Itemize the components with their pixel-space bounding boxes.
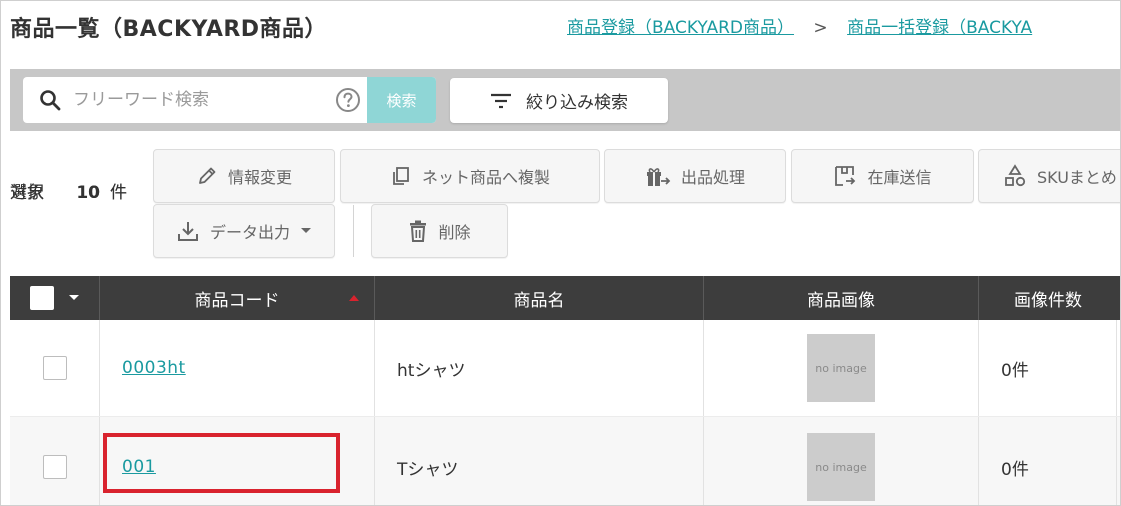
column-header-name: 商品名 (375, 276, 704, 320)
listing-process-button[interactable]: 出品処理 (604, 149, 786, 203)
search-icon (40, 90, 61, 111)
column-header-image: 商品画像 (704, 276, 979, 320)
selected-count-label: 選択 (10, 183, 44, 203)
product-code-link[interactable]: 0003ht (122, 358, 186, 378)
name-cell: htシャツ (375, 320, 704, 416)
image-count: 0件 (1001, 360, 1029, 381)
image-count: 0件 (1001, 459, 1029, 480)
image-count-cell: 0件 (979, 320, 1117, 416)
filter-search-label: 絞り込み検索 (526, 93, 628, 113)
trash-icon (410, 220, 427, 242)
highlight-box (103, 433, 340, 493)
column-header-code[interactable]: 商品コード (100, 276, 375, 320)
breadcrumb-product-register[interactable]: 商品登録（BACKYARD商品） (567, 18, 794, 38)
pencil-icon (199, 167, 216, 184)
code-cell: 0003ht (100, 320, 375, 416)
row-checkbox[interactable] (42, 356, 67, 380)
delete-label: 削除 (438, 223, 471, 242)
filter-search-button[interactable]: 絞り込み検索 (450, 78, 668, 123)
image-cell: no image (704, 320, 979, 416)
copy-to-net-button[interactable]: ネット商品へ複製 (340, 149, 600, 203)
table-header: 商品コード 商品名 商品画像 画像件数 (10, 276, 1120, 320)
select-all-checkbox[interactable] (29, 286, 54, 310)
search-box: 検索 (23, 77, 436, 123)
column-header-name-label: 商品名 (513, 290, 565, 311)
edit-info-label: 情報変更 (227, 168, 292, 187)
copy-to-net-label: ネット商品へ複製 (421, 168, 550, 187)
column-header-image-count-label: 画像件数 (1014, 290, 1082, 311)
name-cell: Tシャツ (375, 417, 704, 505)
sort-asc-icon[interactable] (348, 294, 360, 302)
breadcrumb-bulk-register[interactable]: 商品一括登録（BACKYA (847, 18, 1032, 38)
no-image-placeholder: no image (807, 334, 875, 402)
product-name: htシャツ (397, 360, 466, 381)
row-checkbox[interactable] (42, 455, 67, 479)
column-header-image-label: 商品画像 (807, 290, 875, 311)
sku-group-label: SKUまとめ (1037, 168, 1117, 187)
column-header-image-count: 画像件数 (979, 276, 1117, 320)
toolbar-divider (353, 205, 354, 257)
gift-export-icon (646, 168, 671, 186)
caret-down-icon (301, 228, 311, 233)
search-button[interactable]: 検索 (367, 77, 436, 123)
filter-icon (491, 93, 511, 108)
selected-count-value: 0 (88, 183, 100, 203)
download-icon (177, 222, 198, 241)
data-export-label: データ出力 (209, 223, 290, 242)
selected-count-unit: 件 (110, 183, 127, 203)
no-image-placeholder: no image (807, 433, 875, 501)
help-icon[interactable] (335, 87, 361, 113)
page-frame: 商品一覧（BACKYARD商品） 商品登録（BACKYARD商品） > 商品一括… (0, 0, 1121, 506)
listing-process-label: 出品処理 (680, 168, 745, 187)
product-name: Tシャツ (397, 459, 459, 480)
search-bar: 検索 絞り込み検索 (10, 69, 1120, 131)
row-select-cell (10, 320, 100, 416)
breadcrumb-separator: > (813, 18, 828, 38)
data-export-dropdown[interactable]: データ出力 (153, 204, 335, 258)
table-row: 0003ht htシャツ no image 0件 (10, 320, 1120, 417)
image-count-cell: 0件 (979, 417, 1117, 505)
shapes-icon (1005, 164, 1026, 187)
row-select-cell (10, 417, 100, 505)
column-header-code-label: 商品コード (194, 290, 280, 311)
search-input[interactable] (73, 77, 333, 123)
edit-info-button[interactable]: 情報変更 (153, 149, 335, 203)
select-all-header (10, 276, 100, 320)
stock-send-button[interactable]: 在庫送信 (791, 149, 974, 203)
sku-group-button[interactable]: SKUまとめ (978, 149, 1120, 203)
breadcrumb: 商品登録（BACKYARD商品） > 商品一括登録（BACKYA (567, 13, 1032, 38)
stock-send-icon (835, 166, 856, 186)
page-title: 商品一覧（BACKYARD商品） (10, 17, 328, 42)
select-menu-caret-icon[interactable] (68, 294, 80, 302)
copy-icon (393, 167, 409, 185)
stock-send-label: 在庫送信 (867, 168, 932, 187)
image-cell: no image (704, 417, 979, 505)
delete-button[interactable]: 削除 (371, 204, 508, 258)
